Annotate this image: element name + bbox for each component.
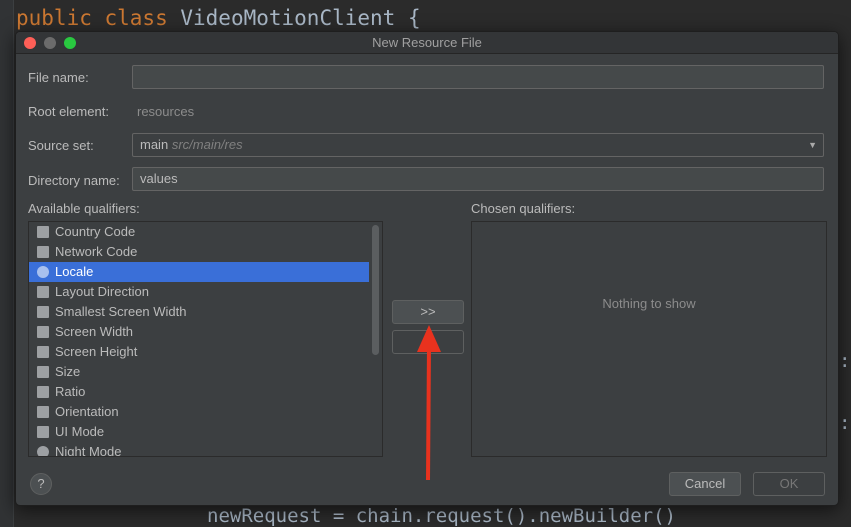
directory-name-label: Directory name: (28, 173, 120, 188)
qualifier-item[interactable]: Screen Width (29, 322, 369, 342)
available-qualifiers-label: Available qualifiers: (28, 201, 140, 216)
qualifier-label: UI Mode (55, 424, 105, 439)
qualifier-label: Country Code (55, 224, 136, 239)
minimize-button[interactable] (44, 37, 56, 49)
chosen-qualifiers-label: Chosen qualifiers: (471, 201, 576, 216)
scrollbar[interactable] (372, 225, 379, 355)
smallest-width-icon (37, 306, 49, 318)
qualifier-label: Ratio (55, 384, 86, 399)
qualifier-item[interactable]: Network Code (29, 242, 369, 262)
qualifier-label: Screen Height (55, 344, 138, 359)
qualifier-label: Size (55, 364, 81, 379)
network-code-icon (37, 246, 49, 258)
available-qualifiers-list[interactable]: Country Code Network Code Locale Layout Dir… (28, 221, 383, 457)
qualifier-label: Orientation (55, 404, 119, 419)
ui-mode-icon (37, 426, 49, 438)
empty-text: Nothing to show (602, 296, 696, 311)
ok-button[interactable]: OK (753, 472, 825, 496)
file-name-input[interactable] (132, 65, 824, 89)
directory-name-input[interactable]: values (132, 167, 824, 191)
close-button[interactable] (24, 37, 36, 49)
qualifier-label: Network Code (55, 244, 138, 259)
source-set-label: Source set: (28, 138, 94, 153)
qualifier-label: Locale (55, 264, 94, 279)
qualifier-item[interactable]: Ratio (29, 382, 369, 402)
zoom-button[interactable] (64, 37, 76, 49)
qualifier-item[interactable]: Layout Direction (29, 282, 369, 302)
qualifier-label: Layout Direction (55, 284, 149, 299)
arrow-head (417, 325, 441, 352)
night-mode-icon (37, 446, 49, 456)
code-fragment: :c (839, 350, 851, 372)
qualifier-item[interactable]: Orientation (29, 402, 369, 422)
root-element-value: resources (137, 104, 195, 119)
country-code-icon (37, 226, 49, 238)
annotation-arrow (417, 325, 441, 481)
code-line-class: public class VideoMotionClient { (16, 6, 421, 30)
globe-icon (37, 266, 49, 278)
code-line-request: newRequest = chain.request().newBuilder(… (207, 505, 676, 527)
help-button[interactable]: ? (30, 473, 52, 495)
ratio-icon (37, 386, 49, 398)
qualifier-item[interactable]: Smallest Screen Width (29, 302, 369, 322)
qualifier-item[interactable]: Screen Height (29, 342, 369, 362)
editor-gutter (0, 0, 14, 527)
orientation-icon (37, 406, 49, 418)
code-fragment: :x (839, 412, 851, 434)
qualifier-label: Smallest Screen Width (55, 304, 187, 319)
cancel-button[interactable]: Cancel (669, 472, 741, 496)
qualifier-label: Screen Width (55, 324, 134, 339)
qualifier-item[interactable]: UI Mode (29, 422, 369, 442)
source-set-dropdown[interactable]: main src/main/res ▼ (132, 133, 824, 157)
size-icon (37, 366, 49, 378)
qualifier-item[interactable]: Country Code (29, 222, 369, 242)
screen-height-icon (37, 346, 49, 358)
file-name-label: File name: (28, 70, 89, 85)
layout-direction-icon (37, 286, 49, 298)
arrow-shaft (426, 344, 431, 481)
title-bar: New Resource File (16, 32, 838, 54)
root-element-label: Root element: (28, 104, 109, 119)
screen-width-icon (37, 326, 49, 338)
dialog-title: New Resource File (372, 35, 482, 50)
chevron-down-icon: ▼ (808, 140, 817, 150)
qualifier-item[interactable]: Locale (29, 262, 369, 282)
qualifier-item[interactable]: Size (29, 362, 369, 382)
qualifier-label: Night Mode (55, 444, 122, 457)
qualifier-item[interactable]: Night Mode (29, 442, 369, 457)
chosen-qualifiers-list[interactable]: Nothing to show (471, 221, 827, 457)
